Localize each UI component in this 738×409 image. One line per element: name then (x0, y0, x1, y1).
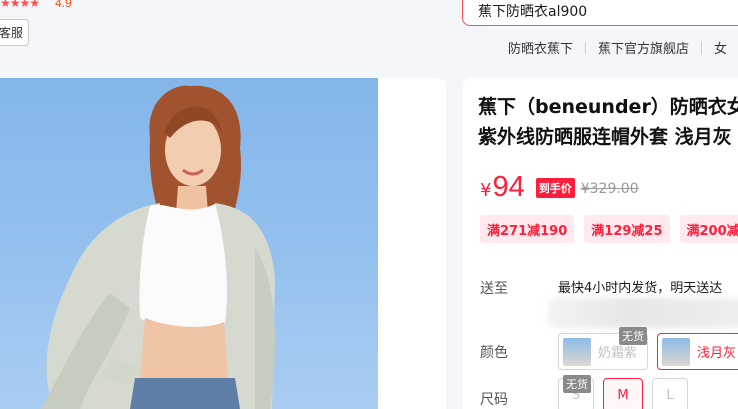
original-price: ¥329.00 (580, 181, 639, 197)
color-label: 颜色 (480, 345, 508, 361)
hot-link[interactable]: 蕉下官方旗舰店 (598, 38, 689, 57)
final-price-badge: 到手价 (535, 178, 575, 198)
price-value: 94 (492, 171, 525, 203)
hot-search-links: 防晒衣蕉下 蕉下官方旗舰店 女 (508, 38, 727, 57)
shipping-info: 最快4小时内发货，明天送达 (558, 281, 723, 296)
divider (585, 41, 587, 54)
shipping-label: 送至 (480, 281, 508, 297)
color-option-light-gray[interactable]: 浅月灰 (657, 333, 738, 370)
rating-value: 4.9 (55, 0, 72, 10)
out-of-stock-tag: 无货 (563, 375, 591, 393)
product-title: 蕉下（beneunder）防晒衣女 紫外线防晒服连帽外套 浅月灰 (478, 92, 738, 152)
size-label: 尺码 (480, 392, 508, 408)
size-option-label: M (617, 387, 629, 403)
coupon-tag[interactable]: 满129减25 (584, 215, 670, 243)
coupon-list: 满271减190 满129减25 满200减25 (480, 215, 738, 243)
product-main-image[interactable] (0, 78, 378, 409)
hot-link[interactable]: 防晒衣蕉下 (508, 38, 573, 57)
size-option-m[interactable]: M (603, 378, 643, 409)
rating-stars-icon: ★★★★ (0, 0, 40, 10)
color-thumbnail (563, 337, 591, 366)
blurred-address (548, 298, 738, 328)
hot-link[interactable]: 女 (714, 38, 727, 57)
coupon-tag[interactable]: 满200减25 (679, 215, 738, 243)
search-input-value: 蕉下防晒衣al900 (478, 3, 588, 20)
product-gallery (0, 78, 446, 409)
size-option-l[interactable]: L (652, 378, 688, 409)
product-info-panel: 蕉下（beneunder）防晒衣女 紫外线防晒服连帽外套 浅月灰 ¥ 94 到手… (463, 78, 738, 409)
color-option-label: 浅月灰 (697, 346, 737, 361)
customer-service-button[interactable]: 客服 (0, 19, 29, 46)
search-input[interactable]: 蕉下防晒衣al900 (462, 0, 738, 26)
product-title-line: 紫外线防晒服连帽外套 浅月灰 (478, 126, 732, 148)
model-photo-illustration (40, 85, 275, 409)
color-thumbnail (662, 337, 690, 366)
price-row: ¥ 94 到手价 ¥329.00 (480, 171, 639, 204)
coupon-tag[interactable]: 满271减190 (480, 215, 575, 243)
product-title-line: 蕉下（beneunder）防晒衣女 (478, 96, 738, 118)
size-option-label: L (666, 387, 674, 403)
out-of-stock-tag: 无货 (619, 327, 647, 345)
divider (701, 41, 703, 54)
rating-row: ★★★★ 4.9 (0, 0, 72, 12)
price-currency: ¥ (480, 180, 492, 201)
